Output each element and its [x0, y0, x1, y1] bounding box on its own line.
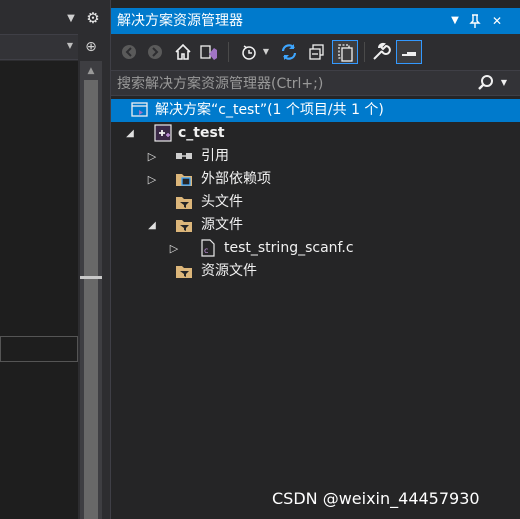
filter-folder-open-icon	[175, 216, 193, 234]
collapse-triangle-icon[interactable]: ◢	[145, 214, 159, 237]
search-input[interactable]: 搜索解决方案资源管理器(Ctrl+;)	[117, 74, 323, 94]
svg-text:c: c	[204, 246, 208, 255]
gear-icon[interactable]: ⚙	[84, 9, 102, 27]
tree-item-label[interactable]: 引用	[201, 145, 229, 168]
preview-selected-items-icon[interactable]	[396, 40, 422, 64]
references-icon	[175, 147, 193, 165]
forward-icon[interactable]	[144, 40, 166, 64]
chevron-down-icon[interactable]: ▼	[64, 12, 78, 26]
close-icon[interactable]: ✕	[488, 12, 506, 30]
filter-dropdown-icon[interactable]: ▼	[260, 40, 272, 64]
tree-item-label[interactable]: 源文件	[201, 214, 243, 237]
scroll-up-arrow-icon[interactable]: ▲	[84, 64, 98, 78]
split-window-button[interactable]: ⊕	[80, 36, 102, 58]
search-options-dropdown-icon[interactable]: ▼	[498, 76, 510, 90]
c-source-file-icon: c	[199, 239, 217, 257]
external-dependencies-icon	[175, 170, 193, 188]
pin-icon[interactable]	[466, 12, 484, 30]
tree-item-label[interactable]: 外部依赖项	[201, 168, 271, 191]
show-all-files-icon[interactable]	[332, 40, 358, 64]
window-position-dropdown-icon[interactable]: ▼	[446, 12, 464, 30]
tree-item-label: 解决方案“c_test”(1 个项目/共 1 个)	[155, 102, 384, 118]
expand-triangle-icon[interactable]: ▷	[145, 168, 159, 191]
panel-title: 解决方案资源管理器	[117, 13, 243, 29]
search-icon[interactable]	[474, 72, 498, 94]
tree-item-label[interactable]: c_test	[178, 122, 225, 145]
switch-views-icon[interactable]	[198, 40, 220, 64]
back-icon[interactable]	[118, 40, 140, 64]
properties-wrench-icon[interactable]	[370, 40, 392, 64]
expand-triangle-icon[interactable]: ▷	[145, 145, 159, 168]
navigation-dropdown-icon[interactable]: ▼	[64, 40, 76, 52]
scrollbar-position-marker	[80, 276, 102, 279]
expand-triangle-icon[interactable]: ▷	[167, 237, 181, 260]
toolbar-separator	[364, 42, 365, 62]
editor-area[interactable]	[0, 61, 78, 519]
filter-folder-icon	[175, 193, 193, 211]
filter-folder-icon	[175, 262, 193, 280]
editor-input-box[interactable]	[0, 336, 78, 362]
collapse-triangle-icon[interactable]: ◢	[123, 122, 137, 145]
home-icon[interactable]	[172, 40, 194, 64]
watermark: CSDN @weixin_44457930	[272, 489, 480, 508]
pending-changes-filter-icon[interactable]	[238, 40, 260, 64]
cpp-project-icon	[154, 124, 172, 142]
scrollbar-thumb[interactable]	[84, 80, 98, 519]
solution-icon	[131, 101, 149, 119]
collapse-all-icon[interactable]	[306, 40, 328, 64]
sync-icon[interactable]	[278, 40, 300, 64]
toolbar-separator	[228, 42, 229, 62]
tree-item-label[interactable]: 头文件	[201, 191, 243, 214]
tree-item-label[interactable]: 资源文件	[201, 260, 257, 283]
tree-item-label[interactable]: test_string_scanf.c	[224, 237, 354, 260]
